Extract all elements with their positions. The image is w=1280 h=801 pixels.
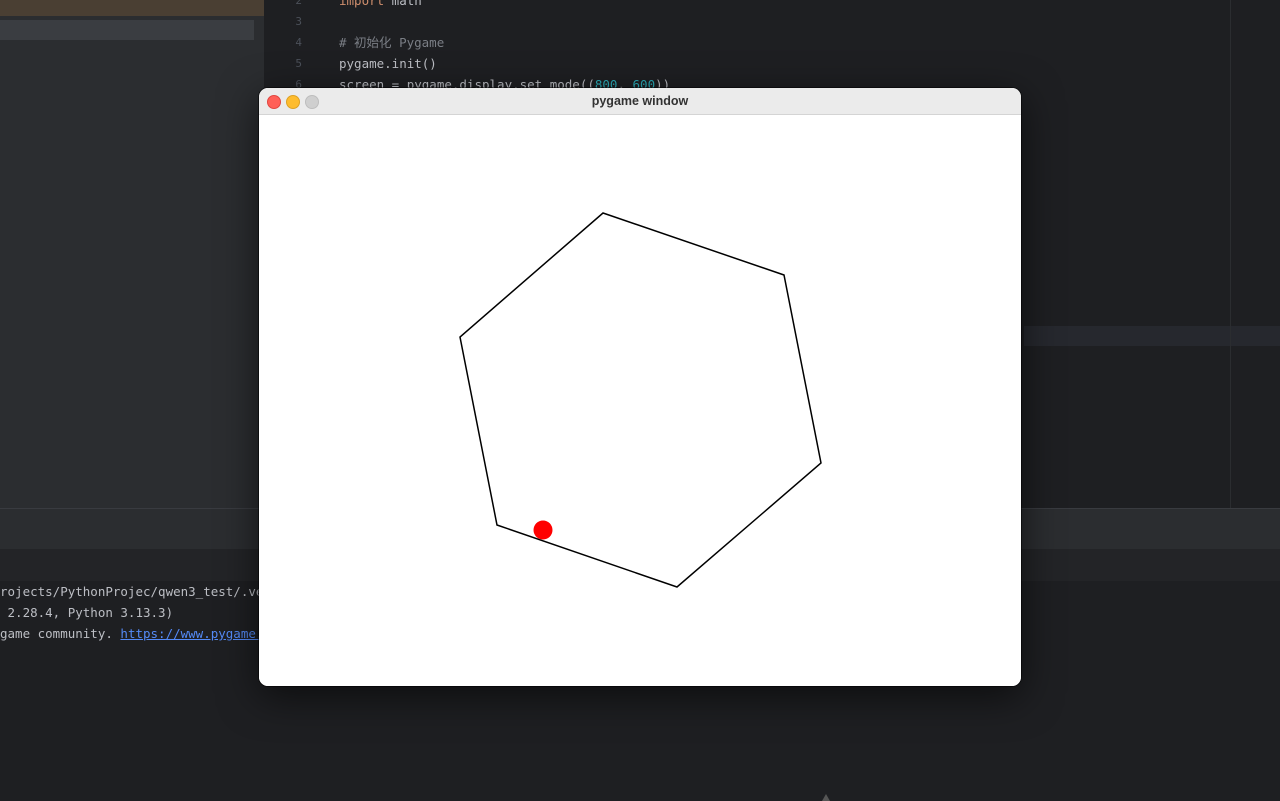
scene-svg	[459, 212, 822, 588]
line-number: 2	[295, 0, 302, 7]
line-number: 5	[295, 57, 302, 70]
code-text: math	[384, 0, 422, 8]
pygame-canvas[interactable]	[259, 115, 1021, 686]
code-text: pygame.init()	[339, 56, 437, 71]
bouncing-ball	[533, 520, 553, 540]
keyword: import	[339, 0, 385, 8]
line-number: 3	[295, 15, 302, 28]
pygame-window[interactable]: pygame window	[259, 88, 1021, 686]
editor-right-panel	[1230, 0, 1280, 508]
right-panel-highlight	[1231, 326, 1280, 346]
code-line: # 初始化 Pygame	[339, 32, 444, 53]
project-panel-header	[0, 0, 264, 16]
console-line: rojects/PythonProjec/qwen3_test/.ve	[0, 584, 264, 599]
code-line: pygame.init()	[339, 53, 437, 74]
code-line: import math	[339, 0, 422, 11]
line-number: 4	[295, 36, 302, 49]
console-text: game community.	[0, 626, 121, 641]
project-panel	[0, 0, 265, 508]
pygame-link[interactable]: https://www.pygame.	[120, 626, 263, 641]
project-selected-row[interactable]	[0, 20, 254, 40]
window-title: pygame window	[591, 94, 689, 108]
console-line: 2.28.4, Python 3.13.3)	[0, 605, 174, 620]
console-line: game community. https://www.pygame.	[0, 623, 263, 644]
rotating-hexagon	[459, 212, 822, 588]
code-comment: # 初始化 Pygame	[339, 35, 445, 50]
editor-highlight-row	[1024, 326, 1230, 346]
window-titlebar[interactable]: pygame window	[259, 88, 1021, 115]
